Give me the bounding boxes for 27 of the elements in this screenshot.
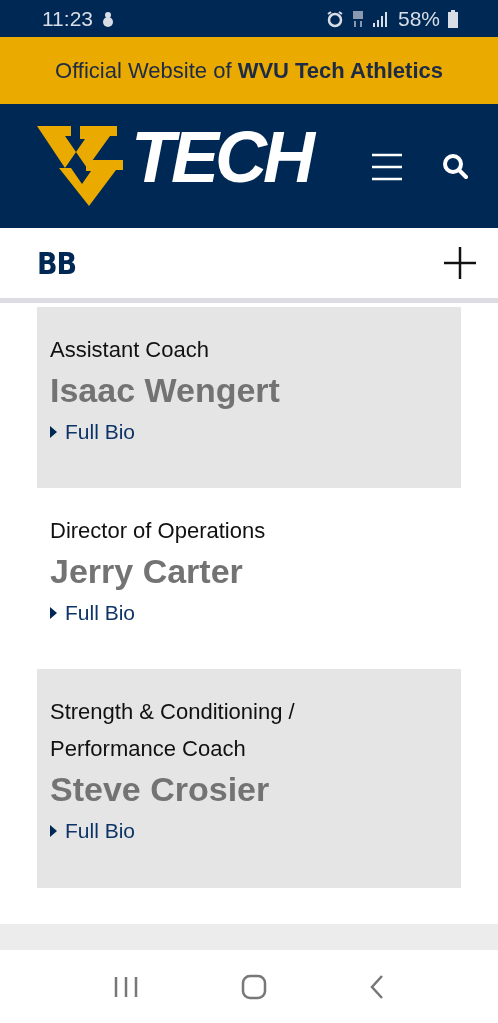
- full-bio-link[interactable]: Full Bio: [50, 420, 136, 444]
- full-bio-link[interactable]: Full Bio: [50, 601, 136, 625]
- recent-apps-icon[interactable]: [113, 975, 139, 998]
- staff-role: Assistant Coach: [50, 336, 210, 364]
- alarm-icon: [325, 9, 344, 28]
- battery-icon: [448, 9, 458, 28]
- staff-name: Jerry Carter: [50, 551, 244, 592]
- section-title: BB: [37, 245, 77, 281]
- data-icon: [351, 9, 364, 28]
- search-button[interactable]: [442, 153, 468, 179]
- staff-name: Steve Crosier: [50, 769, 271, 810]
- caret-icon: [50, 426, 58, 438]
- back-icon[interactable]: [369, 973, 385, 1000]
- expand-button[interactable]: [444, 247, 476, 279]
- staff-role: Director of Operations: [50, 517, 267, 545]
- battery-percent: 58%: [397, 6, 440, 31]
- caret-icon: [50, 825, 58, 837]
- banner-text: Official Website of WVU Tech Athletics: [55, 57, 443, 84]
- menu-button[interactable]: [372, 151, 402, 181]
- signal-icon: [371, 10, 390, 27]
- home-icon[interactable]: [241, 973, 267, 1000]
- staff-name: Isaac Wengert: [50, 370, 281, 411]
- caret-icon: [50, 607, 58, 619]
- full-bio-link[interactable]: Full Bio: [50, 819, 136, 843]
- staff-role: Strength & Conditioning / Performance Coach: [50, 698, 296, 763]
- status-time: 11:23: [42, 6, 93, 31]
- notification-icon: [101, 10, 115, 27]
